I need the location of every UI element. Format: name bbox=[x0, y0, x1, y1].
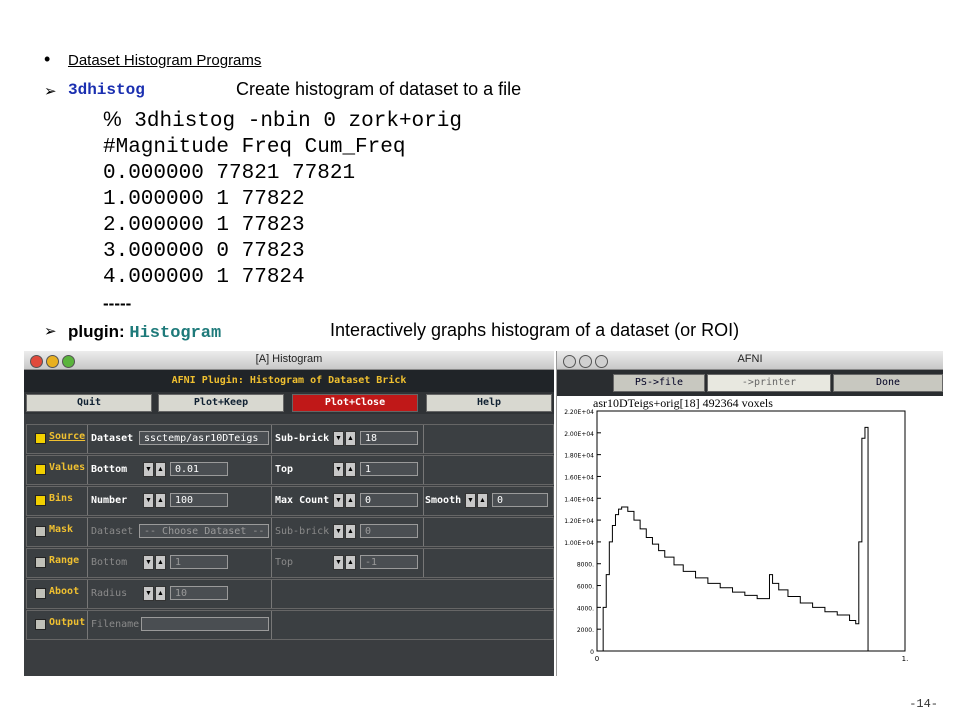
command-description: Create histogram of dataset to a file bbox=[236, 79, 522, 99]
plugin-prefix: plugin: bbox=[68, 322, 125, 341]
code-line: 2.000000 1 77823 bbox=[103, 214, 305, 237]
code-line: 0.000000 77821 77821 bbox=[103, 162, 356, 185]
y-tick-label: 1.20E+04 bbox=[564, 518, 594, 525]
plugin-window-titlebar[interactable]: [A] Histogram bbox=[24, 351, 554, 370]
y-tick-label: 1.40E+04 bbox=[564, 496, 594, 503]
code-line: 4.000000 1 77824 bbox=[103, 266, 305, 289]
printer-button[interactable]: ->printer bbox=[707, 374, 831, 392]
y-tick-label: 0 bbox=[590, 649, 594, 656]
bullet-title: Dataset Histogram Programs bbox=[68, 52, 262, 69]
plugin-description: Interactively graphs histogram of a data… bbox=[330, 320, 740, 340]
smooth-input[interactable]: 0 bbox=[492, 493, 548, 507]
y-tick-label: 8000. bbox=[577, 562, 594, 569]
x-tick-label: 0 bbox=[595, 655, 599, 663]
code-line: #Magnitude Freq Cum_Freq bbox=[103, 136, 406, 159]
arrow-down-icon[interactable]: ▼ bbox=[465, 493, 476, 508]
row-source: Source Dataset ssctemp/asr10DTeigs Sub-b… bbox=[26, 424, 554, 454]
quit-button[interactable]: Quit bbox=[26, 394, 152, 412]
arrow-up-icon[interactable]: ▲ bbox=[477, 493, 488, 508]
field-label: Smooth bbox=[425, 495, 462, 506]
y-tick-label: 1.60E+04 bbox=[564, 474, 594, 481]
bullet-dot-icon: • bbox=[44, 49, 51, 69]
page-number: -14- bbox=[909, 697, 938, 711]
row-bins: Bins Number ▼ ▲ 100 Max Count ▼ ▲ 0 Smoo… bbox=[26, 486, 554, 516]
cell-divider bbox=[27, 487, 424, 515]
plugin-window-title: [A] Histogram bbox=[255, 353, 323, 365]
plugin-name: Histogram bbox=[129, 324, 222, 343]
y-tick-label: 2000. bbox=[577, 627, 594, 634]
row-aboot: Aboot Radius ▼ ▲ 10 bbox=[26, 579, 554, 609]
cell-divider bbox=[27, 549, 424, 577]
cell-divider bbox=[27, 456, 424, 484]
done-button[interactable]: Done bbox=[833, 374, 943, 392]
code-line: ----- bbox=[103, 294, 132, 313]
afni-button-row: PS->file ->printer Done bbox=[557, 370, 943, 396]
y-tick-label: 6000. bbox=[577, 584, 594, 591]
x-tick-label: 1. bbox=[902, 655, 909, 663]
row-output: Output Filename bbox=[26, 610, 554, 640]
row-range: Range Bottom ▼ ▲ 1 Top ▼ ▲ -1 bbox=[26, 548, 554, 578]
help-button[interactable]: Help bbox=[426, 394, 552, 412]
cell-divider bbox=[27, 611, 272, 639]
y-tick-label: 1.00E+04 bbox=[564, 540, 594, 547]
afni-window-title: AFNI bbox=[737, 353, 763, 365]
code-command: 3dhistog -nbin 0 zork+orig bbox=[134, 110, 462, 133]
ps-file-button[interactable]: PS->file bbox=[613, 374, 705, 392]
row-mask: Mask Dataset -- Choose Dataset -- Sub-br… bbox=[26, 517, 554, 547]
code-line: 3.000000 0 77823 bbox=[103, 240, 305, 263]
plugin-header: AFNI Plugin: Histogram of Dataset Brick bbox=[24, 370, 554, 392]
plot-keep-button[interactable]: Plot+Keep bbox=[158, 394, 284, 412]
plot-close-button[interactable]: Plot+Close bbox=[292, 394, 418, 412]
histogram-series-line bbox=[597, 426, 872, 652]
y-tick-label: 1.80E+04 bbox=[564, 453, 594, 460]
code-line: 1.000000 1 77822 bbox=[103, 188, 305, 211]
y-tick-label: 4000. bbox=[577, 605, 594, 612]
histogram-plot: 2.20E+04 2.00E+04 1.80E+04 1.60E+04 1.40E+04… bbox=[564, 409, 909, 663]
plugin-heading: plugin: Histogram bbox=[68, 322, 221, 343]
row-values: Values Bottom ▼ ▲ 0.01 Top ▼ ▲ 1 bbox=[26, 455, 554, 485]
afni-histogram-window: AFNI PS->file ->printer Done asr10DTeigs… bbox=[556, 351, 943, 676]
cell-divider bbox=[27, 518, 424, 546]
command-3dhistog: 3dhistog bbox=[68, 81, 145, 99]
histogram-plugin-window: [A] Histogram AFNI Plugin: Histogram of … bbox=[24, 351, 554, 676]
code-block: % 3dhistog -nbin 0 zork+orig #Magnitude … bbox=[103, 107, 462, 318]
y-tick-label: 2.20E+04 bbox=[564, 409, 594, 416]
cell-divider bbox=[27, 580, 272, 608]
cell-divider bbox=[27, 425, 424, 453]
afni-window-titlebar[interactable]: AFNI bbox=[557, 351, 943, 370]
plugin-button-row: Quit Plot+Keep Plot+Close Help bbox=[24, 392, 554, 414]
y-tick-label: 2.00E+04 bbox=[564, 431, 594, 438]
shell-prompt: % bbox=[103, 108, 122, 131]
arrow-bullet-icon: ➢ bbox=[44, 82, 57, 100]
arrow-bullet-icon: ➢ bbox=[44, 322, 57, 340]
